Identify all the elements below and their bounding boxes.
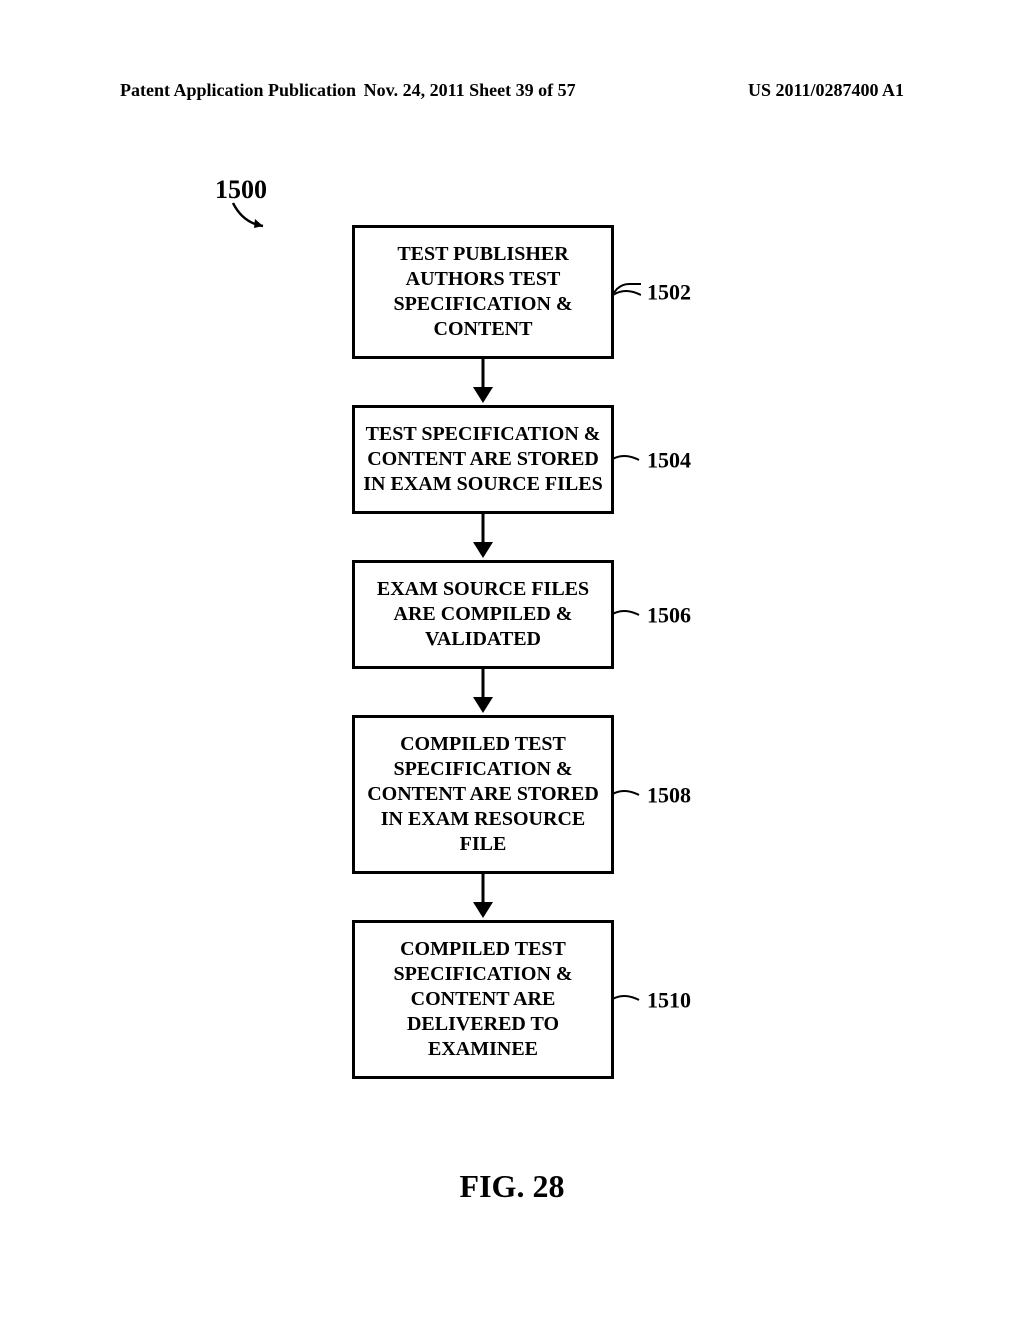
arrow-down-icon	[352, 669, 614, 715]
flow-box-1510: COMPILED TEST SPECIFICATION & CONTENT AR…	[352, 920, 614, 1079]
header-center: Nov. 24, 2011 Sheet 39 of 57	[364, 80, 576, 101]
box-text: EXAM SOURCE FILES ARE COMPILED & VALIDAT…	[377, 578, 589, 650]
arrow-down-icon	[352, 514, 614, 560]
callout-line-icon	[611, 605, 641, 625]
callout-1506: 1506	[647, 601, 691, 629]
header-left: Patent Application Publication	[120, 80, 356, 101]
callout-1502: 1502	[647, 278, 691, 306]
callout-line-icon	[611, 450, 641, 470]
header-right: US 2011/0287400 A1	[748, 80, 904, 101]
box-text: TEST PUBLISHER AUTHORS TEST SPECIFICATIO…	[393, 243, 572, 340]
callout-line-icon	[611, 283, 641, 301]
callout-1508: 1508	[647, 781, 691, 809]
ref-arrow-icon	[228, 198, 278, 238]
flow-box-1508: COMPILED TEST SPECIFICATION & CONTENT AR…	[352, 715, 614, 874]
arrow-down-icon	[352, 874, 614, 920]
page-header: Patent Application Publication Nov. 24, …	[0, 80, 1024, 101]
callout-1504: 1504	[647, 446, 691, 474]
arrow-down-icon	[352, 359, 614, 405]
callout-line-icon	[611, 785, 641, 805]
flow-box-1506: EXAM SOURCE FILES ARE COMPILED & VALIDAT…	[352, 560, 614, 669]
box-text: TEST SPECIFICATION & CONTENT ARE STORED …	[363, 423, 602, 495]
flow-box-1502: TEST PUBLISHER AUTHORS TEST SPECIFICATIO…	[352, 225, 614, 359]
box-text: COMPILED TEST SPECIFICATION & CONTENT AR…	[393, 938, 572, 1060]
flowchart-container: TEST PUBLISHER AUTHORS TEST SPECIFICATIO…	[352, 225, 632, 1079]
figure-label: FIG. 28	[460, 1168, 565, 1205]
callout-1510: 1510	[647, 986, 691, 1014]
callout-line-icon	[611, 990, 641, 1010]
flow-box-1504: TEST SPECIFICATION & CONTENT ARE STORED …	[352, 405, 614, 514]
box-text: COMPILED TEST SPECIFICATION & CONTENT AR…	[367, 733, 599, 855]
